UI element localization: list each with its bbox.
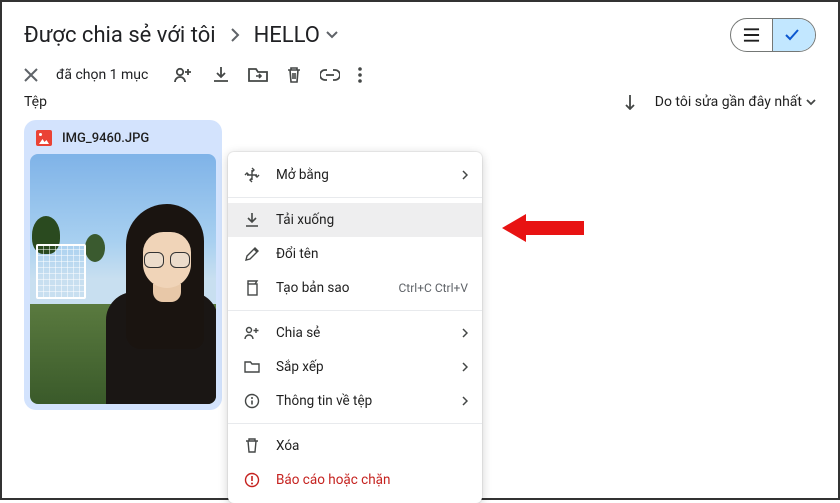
selection-count: đã chọn 1 mục	[56, 67, 148, 83]
breadcrumb: Được chia sẻ với tôi HELLO	[24, 23, 338, 48]
sort-dropdown[interactable]: Do tôi sửa gần đây nhất	[655, 94, 816, 110]
move-button[interactable]	[248, 67, 268, 83]
chevron-down-icon	[326, 31, 338, 39]
menu-file-info[interactable]: Thông tin về tệp	[228, 384, 482, 418]
check-icon	[785, 29, 799, 41]
submenu-arrow-icon	[462, 170, 468, 180]
context-menu: Mở bằng Tải xuống Đổi tên Tạo bản sao Ct…	[228, 152, 482, 503]
file-thumbnail	[30, 154, 216, 404]
menu-organize-label: Sắp xếp	[276, 359, 324, 375]
more-button[interactable]	[358, 67, 362, 83]
menu-remove-label: Xóa	[276, 438, 299, 454]
delete-button[interactable]	[286, 66, 302, 84]
selection-toolbar: đã chọn 1 mục	[2, 60, 838, 94]
chevron-down-icon	[806, 99, 816, 106]
download-button[interactable]	[212, 66, 230, 84]
close-selection-button[interactable]	[24, 68, 38, 82]
image-file-icon	[36, 130, 52, 146]
menu-separator	[228, 423, 482, 424]
menu-make-copy[interactable]: Tạo bản sao Ctrl+C Ctrl+V	[228, 271, 482, 305]
sort-label: Do tôi sửa gần đây nhất	[655, 94, 802, 110]
open-with-icon	[242, 167, 262, 183]
menu-open-with-label: Mở bằng	[276, 167, 329, 183]
info-icon	[242, 393, 262, 409]
list-view-button[interactable]	[731, 19, 773, 51]
menu-share-label: Chia sẻ	[276, 325, 320, 341]
download-icon	[242, 212, 262, 228]
share-icon	[242, 326, 262, 340]
submenu-arrow-icon	[462, 396, 468, 406]
menu-report-label: Báo cáo hoặc chặn	[276, 472, 390, 488]
share-button[interactable]	[174, 66, 194, 84]
breadcrumb-shared[interactable]: Được chia sẻ với tôi	[24, 23, 216, 48]
menu-make-copy-label: Tạo bản sao	[276, 280, 349, 296]
view-toggle	[730, 18, 816, 52]
menu-separator	[228, 310, 482, 311]
breadcrumb-current[interactable]: HELLO	[254, 23, 338, 48]
menu-download[interactable]: Tải xuống	[228, 203, 482, 237]
file-card[interactable]: IMG_9460.JPG	[24, 120, 222, 410]
list-icon	[743, 28, 760, 42]
breadcrumb-current-label: HELLO	[254, 23, 320, 48]
trash-icon	[242, 438, 262, 454]
menu-remove[interactable]: Xóa	[228, 429, 482, 463]
menu-file-info-label: Thông tin về tệp	[276, 393, 372, 409]
folder-icon	[242, 360, 262, 374]
menu-make-copy-shortcut: Ctrl+C Ctrl+V	[399, 281, 469, 295]
annotation-arrow	[502, 210, 584, 246]
submenu-arrow-icon	[462, 328, 468, 338]
sort-direction-button[interactable]	[623, 94, 637, 110]
menu-open-with[interactable]: Mở bằng	[228, 158, 482, 192]
menu-rename[interactable]: Đổi tên	[228, 237, 482, 271]
menu-separator	[228, 197, 482, 198]
menu-share[interactable]: Chia sẻ	[228, 316, 482, 350]
menu-rename-label: Đổi tên	[276, 246, 318, 262]
link-button[interactable]	[320, 69, 340, 81]
breadcrumb-separator	[230, 27, 240, 43]
report-icon	[242, 472, 262, 488]
file-name: IMG_9460.JPG	[62, 131, 149, 146]
copy-icon	[242, 280, 262, 296]
menu-organize[interactable]: Sắp xếp	[228, 350, 482, 384]
grid-view-button[interactable]	[773, 19, 815, 51]
section-label: Tệp	[24, 94, 47, 110]
menu-report[interactable]: Báo cáo hoặc chặn	[228, 463, 482, 497]
menu-download-label: Tải xuống	[276, 212, 334, 228]
submenu-arrow-icon	[462, 362, 468, 372]
rename-icon	[242, 246, 262, 262]
